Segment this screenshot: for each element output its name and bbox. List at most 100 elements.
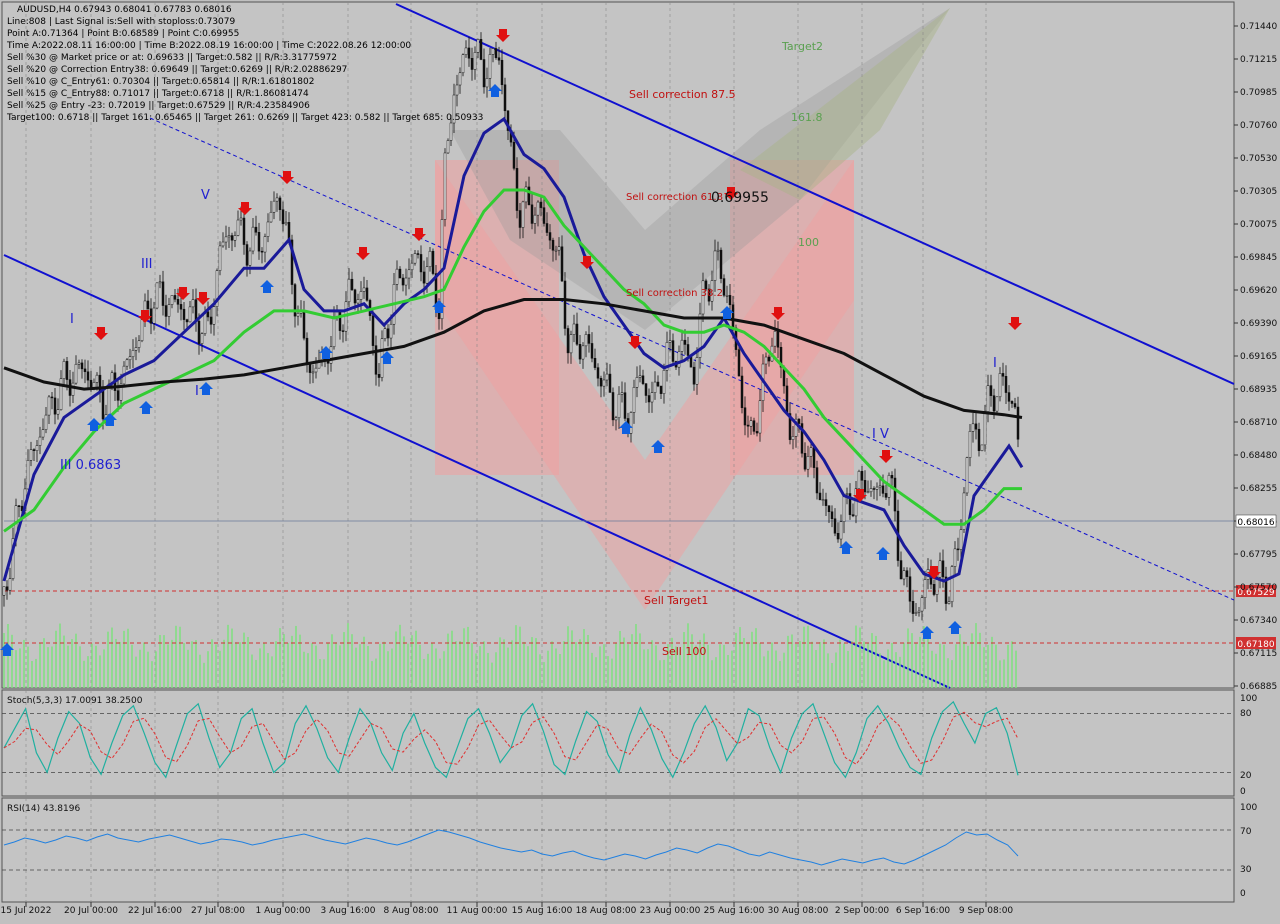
chart-annotation: V [201, 188, 210, 203]
candle-body [227, 235, 231, 238]
candle-body [974, 423, 978, 430]
candle-body [8, 578, 12, 591]
time-label: 18 Aug 08:00 [576, 906, 637, 916]
candle-body [395, 268, 399, 285]
time-label: 6 Sep 16:00 [896, 906, 951, 916]
candle-body [47, 396, 51, 416]
candle-body [677, 351, 681, 368]
candle-body [161, 281, 165, 306]
candle-body [857, 471, 861, 489]
candle-body [137, 340, 141, 348]
candle-body [419, 254, 423, 273]
candle-body [956, 548, 960, 551]
candle-body [188, 306, 192, 323]
rsi-tick-label: 30 [1240, 865, 1252, 875]
chart-annotation: I [70, 312, 74, 327]
candle-body [998, 373, 1002, 398]
candle-body [938, 560, 942, 578]
candle-body [806, 456, 810, 470]
candle-body [332, 316, 336, 348]
time-label: 25 Aug 16:00 [704, 906, 765, 916]
candle-body [980, 444, 984, 451]
price-label: 0.66885 [1240, 682, 1277, 692]
chart-annotation: Target2 [781, 40, 823, 53]
candle-body [590, 343, 594, 359]
candle-body [602, 379, 606, 387]
candle-body [629, 412, 633, 434]
candle-body [29, 449, 33, 461]
price-label: 0.67570 [1240, 583, 1277, 593]
candle-body [791, 436, 795, 440]
candle-body [842, 494, 846, 523]
candle-body [239, 217, 243, 221]
candle-body [992, 395, 996, 412]
candle-body [260, 250, 264, 253]
candle-body [824, 499, 828, 506]
candle-body [356, 299, 360, 304]
candle-body [725, 295, 729, 297]
candle-body [158, 281, 162, 284]
candle-body [614, 417, 618, 421]
candle-body [167, 304, 171, 317]
candle-body [284, 222, 288, 225]
chart-canvas[interactable]: 0.675290.67180 Target2161.8100Sell corre… [0, 0, 1280, 920]
candle-body [737, 349, 741, 377]
candle-body [488, 54, 492, 79]
candle-body [410, 262, 414, 271]
stoch-plot-area[interactable] [1, 689, 1235, 797]
candle-body [578, 344, 582, 360]
info-line: Point A:0.71364 | Point B:0.68589 | Poin… [7, 29, 240, 39]
candle-body [221, 241, 225, 247]
candle-body [101, 391, 105, 420]
candle-body [407, 269, 411, 279]
candle-body [530, 204, 534, 224]
candle-body [116, 390, 120, 401]
candle-body [347, 278, 351, 303]
candle-body [671, 340, 675, 362]
candle-body [44, 414, 48, 430]
candle-body [617, 393, 621, 419]
candle-body [986, 385, 990, 412]
candle-body [584, 334, 588, 347]
candle-body [500, 59, 504, 86]
candle-body [353, 289, 357, 304]
price-label: 0.67115 [1240, 649, 1277, 659]
price-label: 0.68255 [1240, 484, 1277, 494]
candle-body [623, 392, 627, 419]
chart-annotation: Sell correction 87.5 [629, 88, 736, 101]
info-line: Sell %25 @ Entry -23: 0.72019 || Target:… [7, 101, 310, 111]
candle-body [263, 236, 267, 253]
candle-body [902, 570, 906, 580]
candle-body [833, 518, 837, 534]
candle-body [836, 533, 840, 540]
candle-body [749, 420, 753, 427]
info-line: Sell %20 @ Correction Entry38: 0.69649 |… [7, 65, 348, 75]
candle-body [179, 304, 183, 310]
candle-body [206, 311, 210, 318]
candle-body [350, 278, 354, 291]
candle-body [449, 122, 453, 141]
candle-body [581, 345, 585, 360]
candle-body [65, 361, 69, 380]
candle-body [662, 369, 666, 394]
candle-body [176, 299, 180, 305]
candle-body [716, 249, 720, 252]
candle-body [971, 423, 975, 432]
price-label: 0.70760 [1240, 121, 1277, 131]
time-label: 15 Aug 16:00 [512, 906, 573, 916]
chart-annotation: I V [872, 427, 889, 442]
candle-body [494, 48, 498, 58]
candle-body [908, 576, 912, 602]
candle-body [755, 431, 759, 434]
candle-body [164, 305, 168, 317]
candle-body [305, 337, 309, 365]
candle-body [2, 586, 6, 596]
candle-body [977, 428, 981, 451]
candle-body [236, 219, 240, 236]
candle-body [686, 344, 690, 356]
chart-annotation: 0.69955 [711, 190, 769, 206]
candle-body [413, 253, 417, 264]
candle-body [548, 232, 552, 241]
candle-body [26, 460, 30, 490]
rsi-plot-area[interactable] [1, 797, 1235, 903]
